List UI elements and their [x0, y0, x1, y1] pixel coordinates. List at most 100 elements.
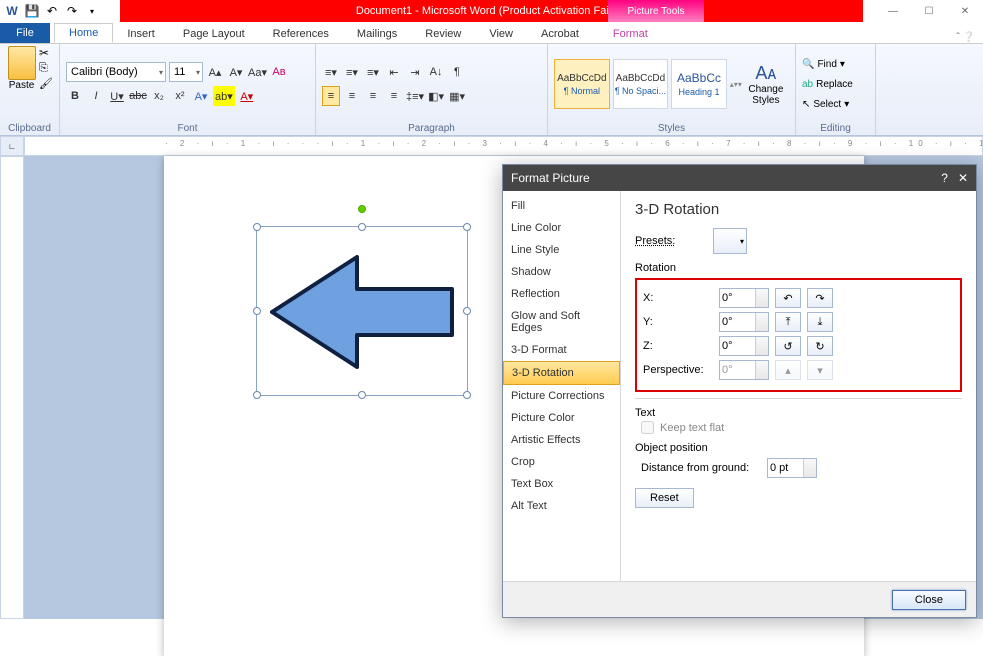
resize-handle-tr[interactable] [463, 223, 471, 231]
tab-references[interactable]: References [259, 25, 343, 43]
bullets-icon[interactable]: ≡▾ [322, 62, 340, 82]
resize-handle-bl[interactable] [253, 391, 261, 399]
justify-icon[interactable]: ≡ [385, 86, 403, 106]
borders-icon[interactable]: ▦▾ [448, 86, 466, 106]
underline-button[interactable]: U▾ [108, 86, 126, 106]
style-no-spacing[interactable]: AaBbCcDd ¶ No Spaci... [613, 59, 669, 109]
y-spinner[interactable]: 0° [719, 312, 769, 332]
nav-alt-text[interactable]: Alt Text [503, 495, 620, 517]
nav-artistic-effects[interactable]: Artistic Effects [503, 429, 620, 451]
strikethrough-button[interactable]: abc [129, 86, 147, 106]
tab-home[interactable]: Home [54, 23, 113, 43]
paste-button[interactable]: Paste [6, 46, 37, 91]
select-button[interactable]: ↖Select ▾ [802, 95, 869, 113]
close-window-button[interactable]: ✕ [947, 0, 983, 22]
subscript-button[interactable]: x₂ [150, 86, 168, 106]
resize-handle-br[interactable] [463, 391, 471, 399]
superscript-button[interactable]: x² [171, 86, 189, 106]
nav-line-color[interactable]: Line Color [503, 217, 620, 239]
tab-file[interactable]: File [0, 23, 50, 43]
clear-formatting-icon[interactable]: Aʙ [270, 62, 288, 82]
resize-handle-bm[interactable] [358, 391, 366, 399]
align-right-icon[interactable]: ≡ [364, 86, 382, 106]
rotation-handle[interactable] [358, 205, 366, 213]
nav-3d-format[interactable]: 3-D Format [503, 339, 620, 361]
distance-spinner[interactable]: 0 pt [767, 458, 817, 478]
resize-handle-mr[interactable] [463, 307, 471, 315]
numbering-icon[interactable]: ≡▾ [343, 62, 361, 82]
italic-button[interactable]: I [87, 86, 105, 106]
shrink-font-icon[interactable]: A▾ [227, 62, 245, 82]
decrease-indent-icon[interactable]: ⇤ [385, 62, 403, 82]
y-rotate-up-icon[interactable]: ⤒ [775, 312, 801, 332]
increase-indent-icon[interactable]: ⇥ [406, 62, 424, 82]
change-styles-button[interactable]: Aᴀ Change Styles [743, 63, 789, 106]
minimize-button[interactable]: — [875, 0, 911, 22]
nav-text-box[interactable]: Text Box [503, 473, 620, 495]
replace-button[interactable]: abReplace [802, 75, 869, 93]
vertical-ruler[interactable] [0, 156, 24, 619]
tab-page-layout[interactable]: Page Layout [169, 25, 259, 43]
font-size-combo[interactable]: 11 [169, 62, 203, 82]
presets-dropdown[interactable]: ▾ [713, 228, 747, 254]
styles-gallery-scroll[interactable]: ▴▾▾ [730, 80, 740, 89]
tab-acrobat[interactable]: Acrobat [527, 25, 593, 43]
style-heading1[interactable]: AaBbCc Heading 1 [671, 59, 727, 109]
ribbon-help-icon[interactable]: ˆ ❔ [948, 32, 983, 43]
format-painter-icon[interactable]: 🖌 [39, 77, 53, 90]
nav-fill[interactable]: Fill [503, 195, 620, 217]
change-case-icon[interactable]: Aa▾ [248, 62, 267, 82]
horizontal-ruler[interactable]: · 2 · ı · 1 · ı · · · ı · 1 · ı · 2 · ı … [24, 136, 983, 156]
nav-crop[interactable]: Crop [503, 451, 620, 473]
qat-dropdown-icon[interactable]: ▾ [84, 3, 100, 19]
x-spinner[interactable]: 0° [719, 288, 769, 308]
reset-button[interactable]: Reset [635, 488, 694, 508]
keep-text-flat-checkbox[interactable]: Keep text flat [641, 421, 962, 434]
arrow-shape-selection[interactable] [256, 226, 468, 396]
y-rotate-down-icon[interactable]: ⤓ [807, 312, 833, 332]
close-button[interactable]: Close [892, 590, 966, 610]
font-name-combo[interactable]: Calibri (Body) [66, 62, 166, 82]
maximize-button[interactable]: ☐ [911, 0, 947, 22]
undo-icon[interactable]: ↶ [44, 3, 60, 19]
tab-format[interactable]: Format [599, 25, 662, 43]
x-rotate-left-icon[interactable]: ↶ [775, 288, 801, 308]
bold-button[interactable]: B [66, 86, 84, 106]
nav-3d-rotation[interactable]: 3-D Rotation [503, 361, 620, 385]
nav-shadow[interactable]: Shadow [503, 261, 620, 283]
tab-view[interactable]: View [475, 25, 527, 43]
tab-mailings[interactable]: Mailings [343, 25, 411, 43]
copy-icon[interactable]: ⎘ [39, 62, 53, 75]
style-normal[interactable]: AaBbCcDd ¶ Normal [554, 59, 610, 109]
cut-icon[interactable]: ✂ [39, 46, 53, 60]
save-icon[interactable]: 💾 [24, 3, 40, 19]
tab-review[interactable]: Review [411, 25, 475, 43]
multilevel-list-icon[interactable]: ≡▾ [364, 62, 382, 82]
z-rotate-ccw-icon[interactable]: ↺ [775, 336, 801, 356]
nav-glow[interactable]: Glow and Soft Edges [503, 305, 620, 339]
x-rotate-right-icon[interactable]: ↷ [807, 288, 833, 308]
nav-line-style[interactable]: Line Style [503, 239, 620, 261]
perspective-spinner[interactable]: 0° [719, 360, 769, 380]
tab-selector[interactable]: ∟ [0, 136, 24, 156]
nav-reflection[interactable]: Reflection [503, 283, 620, 305]
grow-font-icon[interactable]: A▴ [206, 62, 224, 82]
resize-handle-ml[interactable] [253, 307, 261, 315]
text-effects-icon[interactable]: A▾ [192, 86, 210, 106]
align-left-icon[interactable]: ≡ [322, 86, 340, 106]
redo-icon[interactable]: ↷ [64, 3, 80, 19]
resize-handle-tl[interactable] [253, 223, 261, 231]
resize-handle-tm[interactable] [358, 223, 366, 231]
tab-insert[interactable]: Insert [113, 25, 169, 43]
nav-picture-corrections[interactable]: Picture Corrections [503, 385, 620, 407]
z-spinner[interactable]: 0° [719, 336, 769, 356]
dialog-help-icon[interactable]: ? [941, 171, 948, 185]
nav-picture-color[interactable]: Picture Color [503, 407, 620, 429]
dialog-titlebar[interactable]: Format Picture ? ✕ [503, 165, 976, 191]
font-color-icon[interactable]: A▾ [238, 86, 256, 106]
show-marks-icon[interactable]: ¶ [448, 62, 466, 82]
arrow-shape[interactable] [267, 247, 459, 377]
sort-icon[interactable]: A↓ [427, 62, 445, 82]
align-center-icon[interactable]: ≡ [343, 86, 361, 106]
highlight-icon[interactable]: ab▾ [213, 86, 235, 106]
